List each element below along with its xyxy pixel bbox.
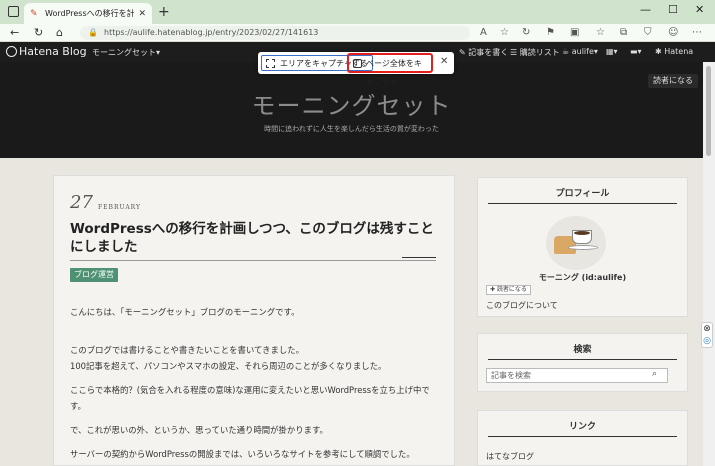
search-heading-rule (488, 359, 677, 360)
blog-menu[interactable]: モーニングセット▾ (92, 47, 160, 58)
date-day: 27 (70, 192, 93, 213)
profile-name[interactable]: モーニング (id:aulife) (478, 272, 687, 283)
capture-area-icon (266, 59, 275, 68)
subscribe-button[interactable]: 読者になる (648, 74, 698, 88)
notification-icon[interactable]: ▬▾ (630, 47, 642, 56)
capture-full-page-button[interactable]: ページ全体をキャプチャ (347, 53, 433, 86)
article-card: 27 FEBRUARY WordPressへの移行を計画しつつ、このブログは残す… (53, 175, 455, 466)
avatar[interactable] (546, 216, 606, 270)
search-input[interactable]: 記事を検索 (486, 368, 668, 383)
search-module: 検索 記事を検索 ⌕ (477, 333, 688, 392)
paragraph-6: サーバーの契約からWordPressの開設までは、いろいろなサイトを参考にして順… (70, 449, 415, 459)
new-tab-button[interactable]: + (158, 4, 170, 20)
refresh-alt-icon[interactable]: ↻ (522, 27, 530, 38)
paragraph-3: 100記事を超えて、パソコンやスマホの設定、それら周辺のことが多くなりました。 (70, 361, 387, 371)
write-article-link[interactable]: ✎ 記事を書く (459, 47, 508, 58)
minimize-button[interactable]: — (640, 3, 651, 16)
scroll-thumb[interactable] (706, 66, 711, 156)
paragraph-1: こんにちは、「モーニングセット」ブログのモーニングです。 (70, 307, 300, 317)
capture-popup: エリアをキャプチャする ページ全体をキャプチャ ✕ (258, 52, 454, 86)
about-blog-link[interactable]: このブログについて (486, 300, 558, 311)
capture-close-icon[interactable]: ✕ (440, 56, 448, 67)
paragraph-4: ここらで本格的？(気合を入れる程度の意味)な運用に変えたいと思いWordPres… (70, 385, 430, 411)
hatena-blog-logo[interactable]: Hatena Blog (6, 45, 87, 58)
apps-grid-icon[interactable]: ▦▾ (606, 47, 618, 56)
article-title[interactable]: WordPressへの移行を計画しつつ、このブログは残すことにしました (70, 220, 440, 256)
paragraph-5: で、これが思いの外、というか、思っていた通り時間が掛かります。 (70, 425, 328, 435)
link-hatena-blog[interactable]: はてなブログ (486, 451, 534, 462)
address-bar[interactable]: 🔒 https://aulife.hatenablog.jp/entry/202… (80, 26, 470, 40)
scrollbar[interactable] (703, 62, 715, 466)
category-badge[interactable]: ブログ運営 (70, 268, 118, 282)
read-aloud-icon[interactable]: A (480, 27, 487, 38)
hatena-logo-icon (6, 46, 17, 57)
search-heading: 検索 (573, 345, 592, 355)
home-icon[interactable]: ⌂ (56, 26, 63, 39)
favorites-icon[interactable]: ☆ (596, 27, 605, 38)
title-rule (70, 260, 436, 261)
blog-title[interactable]: モーニングセット (0, 86, 703, 121)
refresh-icon[interactable]: ↻ (34, 26, 43, 39)
tab-title: WordPressへの移行を計画しつつ、こ (45, 9, 135, 18)
floating-tools: ⊗ ◎ (701, 322, 713, 348)
follow-button[interactable]: ✚ 読者になる (486, 285, 531, 295)
links-heading: リンク (568, 422, 596, 432)
profile-module: プロフィール モーニング (id:aulife) ✚ 読者になる このブログにつ… (477, 177, 688, 317)
hatena-brand-link[interactable]: ✱ Hatena (655, 47, 693, 56)
maximize-button[interactable]: ☐ (668, 3, 678, 16)
coffee-icon (574, 231, 590, 235)
blog-description: 時間に追われずに人生を楽しんだら生活の質が変わった (264, 125, 439, 133)
lock-icon: 🔒 (88, 28, 98, 37)
reading-list-link[interactable]: ☰ 購読リスト (510, 47, 560, 58)
links-heading-rule (488, 436, 677, 437)
profile-heading-rule (488, 203, 677, 204)
user-menu[interactable]: ☕ aulife▾ (562, 47, 598, 56)
address-toolbar: ← ↻ ⌂ 🔒 https://aulife.hatenablog.jp/ent… (0, 24, 715, 42)
date-month: FEBRUARY (98, 204, 141, 211)
more-menu-icon[interactable]: ⋯ (692, 27, 702, 38)
blog-header: モーニングセット 時間に追われずに人生を楽しんだら生活の質が変わった 読者になる (0, 62, 703, 158)
collections-icon[interactable]: ⧉ (620, 27, 627, 38)
paragraph-2: このブログでは書けることや書きたいことを書いてきました。 (70, 345, 304, 355)
back-icon[interactable]: ← (10, 26, 19, 39)
profile-heading: プロフィール (555, 189, 610, 199)
saucer-icon (568, 245, 598, 250)
floating-close-icon[interactable]: ⊗ (702, 323, 712, 335)
browser-tab-bar: ✎ WordPressへの移行を計画しつつ、こ ✕ + — ☐ ✕ (0, 0, 715, 24)
floating-info-icon[interactable]: ◎ (702, 335, 712, 347)
close-window-button[interactable]: ✕ (695, 3, 704, 16)
browser-tab[interactable]: ✎ WordPressへの移行を計画しつつ、こ ✕ (24, 3, 152, 24)
links-module: リンク はてなブログ (477, 410, 688, 466)
profile-icon[interactable]: ☺ (668, 27, 678, 38)
extension-icon[interactable]: ⚑ (546, 27, 555, 38)
shield-icon[interactable]: ⛉ (644, 27, 652, 38)
favicon-icon: ✎ (30, 8, 38, 19)
tab-close-icon[interactable]: ✕ (138, 9, 146, 19)
url-text: https://aulife.hatenablog.jp/entry/2023/… (104, 28, 319, 37)
capture-page-icon (353, 59, 362, 68)
search-icon[interactable]: ⌕ (652, 369, 657, 379)
split-screen-icon[interactable]: ▣ (570, 27, 579, 38)
favorite-star-icon[interactable]: ☆ (500, 27, 509, 38)
window-menu-icon[interactable] (8, 6, 19, 17)
title-accent-rule (402, 257, 436, 258)
